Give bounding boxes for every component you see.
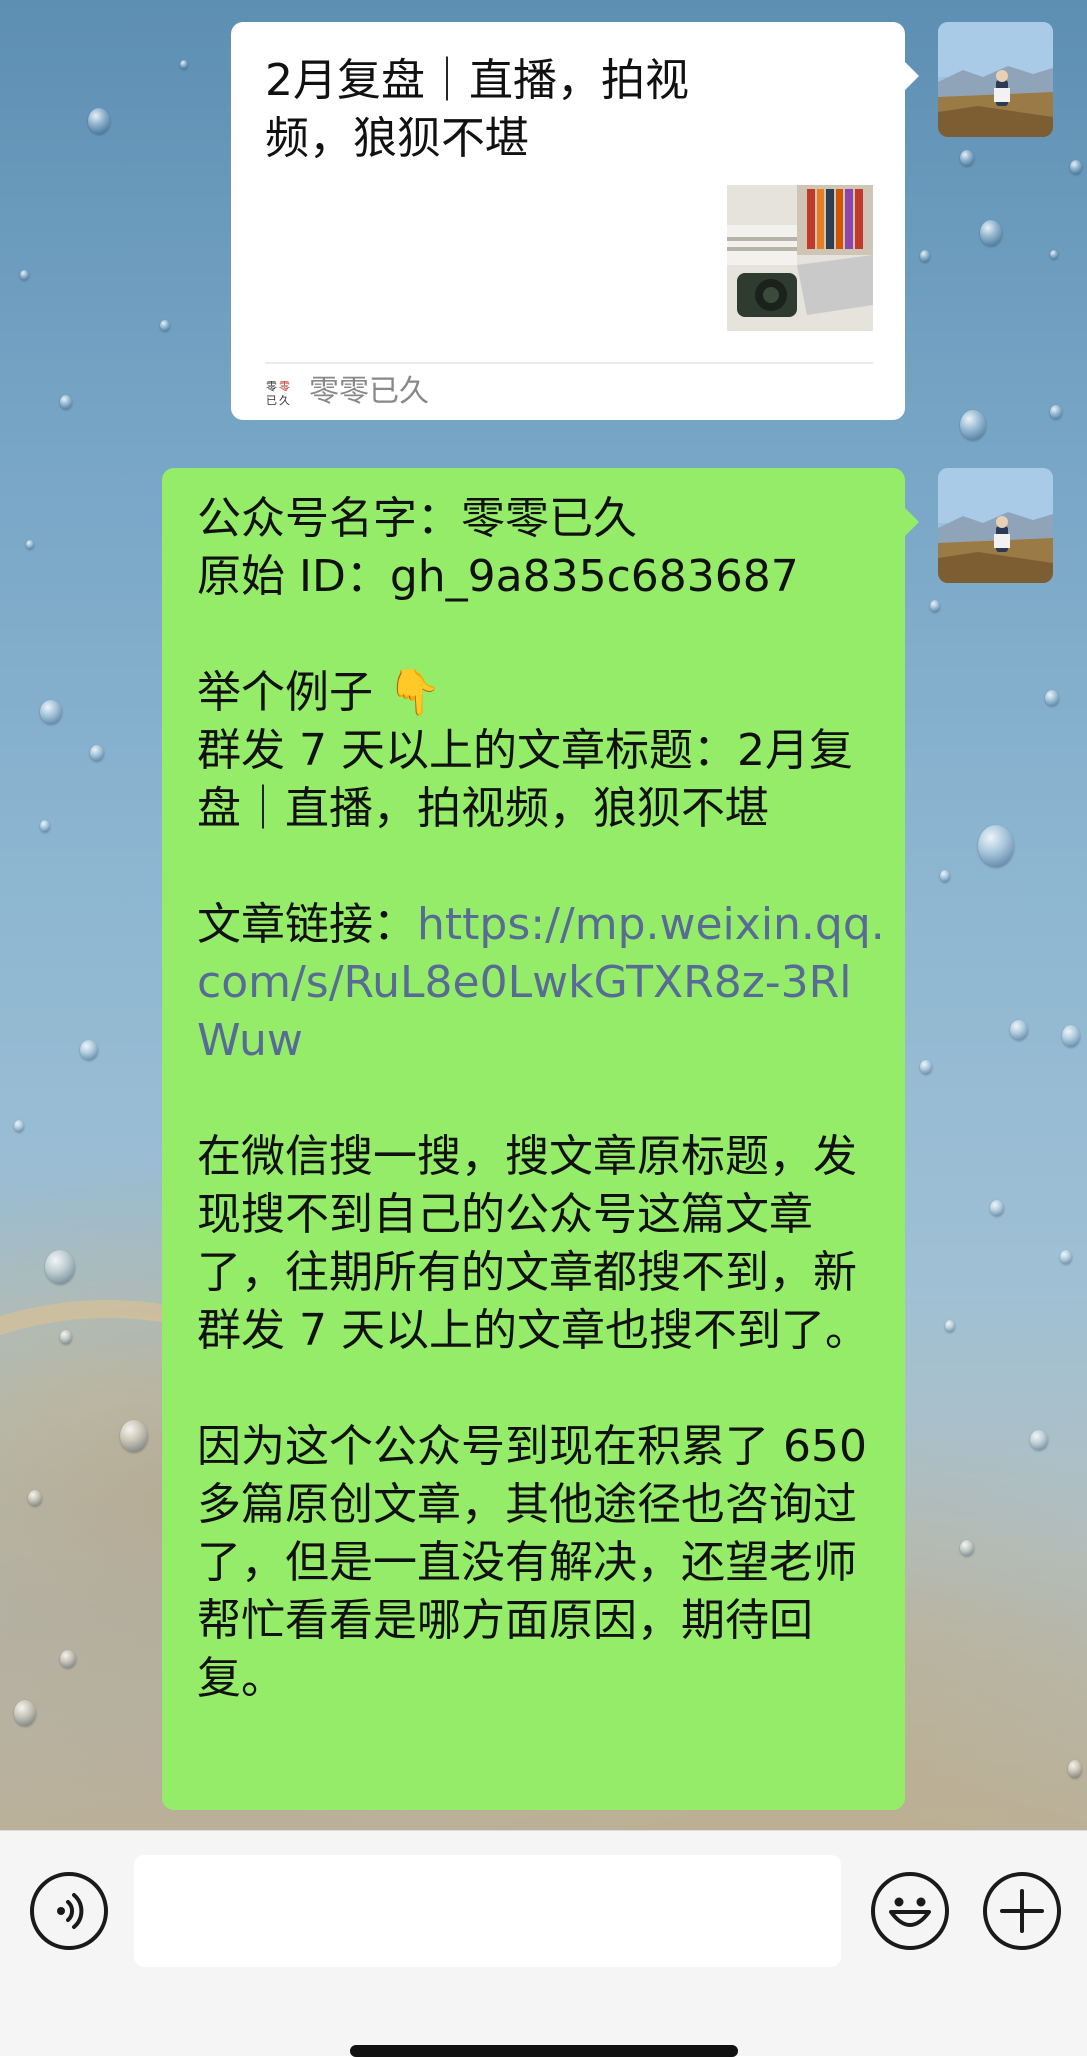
raindrop [1050, 250, 1058, 259]
raindrop [990, 1200, 1004, 1216]
article-thumbnail [727, 185, 873, 331]
raindrop [26, 540, 34, 549]
original-id-line: 原始 ID：gh_9a835c683687 [197, 551, 799, 602]
svg-text:久: 久 [279, 394, 290, 406]
raindrop [45, 1250, 75, 1284]
search-issue-paragraph: 在微信搜一搜，搜文章原标题，发现搜不到自己的公众号这篇文章了，往期所有的文章都搜… [197, 1131, 869, 1356]
camera-photo-icon [727, 185, 873, 331]
avatar-photo-icon [938, 22, 1053, 137]
link-label: 文章链接： [197, 899, 417, 950]
raindrop [980, 220, 1002, 246]
bubble-tail [905, 508, 919, 536]
raindrop [90, 745, 104, 761]
svg-text:零: 零 [266, 380, 277, 393]
raindrop [940, 870, 950, 882]
emoji-button[interactable] [871, 1872, 949, 1950]
message-text: 公众号名字：零零已久 原始 ID：gh_9a835c683687 举个例子 👇 … [197, 490, 887, 1708]
raindrop [160, 320, 170, 331]
raindrop [20, 270, 29, 280]
raindrop [920, 1060, 932, 1074]
raindrop [978, 825, 1014, 867]
raindrop [1070, 160, 1082, 174]
svg-text:零: 零 [279, 380, 290, 393]
raindrop [1045, 690, 1059, 706]
add-button[interactable] [983, 1872, 1061, 1950]
emoji-icon [889, 1897, 931, 1927]
raindrop [88, 108, 110, 134]
card-divider [265, 362, 873, 364]
request-paragraph: 因为这个公众号到现在积累了 650 多篇原创文章，其他途径也咨询过了，但是一直没… [197, 1421, 881, 1704]
example-line: 举个例子 👇 [197, 667, 442, 718]
raindrop [1050, 405, 1062, 419]
home-indicator [350, 2045, 738, 2057]
article-card-title: 2月复盘｜直播，拍视频，狼狈不堪 [265, 55, 689, 164]
svg-text:已: 已 [266, 394, 277, 406]
raindrop [40, 820, 50, 832]
raindrop [960, 150, 974, 166]
raindrop [930, 600, 940, 612]
raindrop [1060, 1250, 1072, 1264]
avatar-photo-icon [938, 468, 1053, 583]
raindrop [1062, 1025, 1080, 1047]
raindrop [80, 1040, 98, 1060]
raindrop [60, 395, 72, 409]
raindrop [920, 250, 930, 262]
raindrop [180, 60, 188, 69]
chat-input-bar [0, 1830, 1087, 2056]
voice-icon [57, 1893, 84, 1929]
raindrop [1010, 1020, 1028, 1040]
raindrop [1030, 1430, 1048, 1450]
account-name-line: 公众号名字：零零已久 [197, 493, 637, 544]
text-message-bubble[interactable]: 公众号名字：零零已久 原始 ID：gh_9a835c683687 举个例子 👇 … [162, 468, 905, 1810]
article-card[interactable]: 2月复盘｜直播，拍视频，狼狈不堪 零 零 已 久 零零已久 [231, 22, 905, 420]
message-input[interactable] [134, 1855, 841, 1967]
raindrop [14, 1120, 24, 1132]
raindrop [960, 410, 986, 440]
raindrop [1068, 1760, 1082, 1778]
user-avatar[interactable] [938, 468, 1053, 583]
raindrop [960, 1540, 974, 1556]
user-avatar[interactable] [938, 22, 1053, 137]
account-logo-icon: 零 零 已 久 [265, 378, 293, 407]
plus-icon [1000, 1889, 1044, 1933]
raindrop [945, 1320, 955, 1332]
raindrop [40, 700, 62, 724]
bubble-tail [905, 62, 919, 90]
article-title-line: 群发 7 天以上的文章标题：2月复盘｜直播，拍视频，狼狈不堪 [197, 725, 853, 834]
voice-button[interactable] [30, 1872, 108, 1950]
article-source-name: 零零已久 [309, 374, 429, 409]
